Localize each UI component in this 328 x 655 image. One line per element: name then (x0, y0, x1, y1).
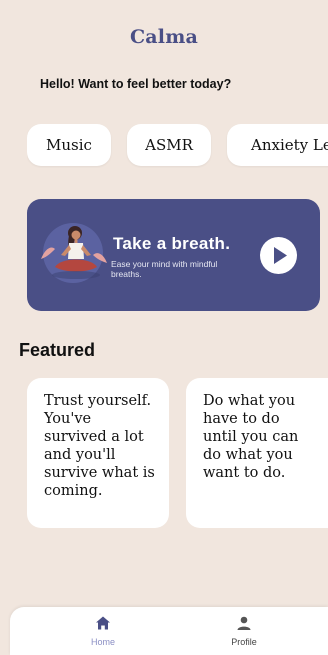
category-chips: Music ASMR Anxiety Lev (27, 124, 328, 168)
breathing-banner[interactable]: Take a breath. Ease your mind with mindf… (27, 199, 320, 311)
featured-heading: Featured (19, 340, 96, 360)
category-chip-asmr[interactable]: ASMR (127, 124, 211, 166)
meditation-illustration (41, 223, 107, 283)
play-icon (274, 247, 287, 264)
app-title: Calma (129, 26, 199, 48)
quote-card[interactable]: Do what you have to do until you can do … (186, 378, 328, 528)
nav-label-profile: Profile (231, 637, 257, 647)
category-chip-anxiety-level[interactable]: Anxiety Lev (227, 124, 328, 166)
nav-item-home[interactable]: Home (73, 615, 133, 647)
nav-label-home: Home (90, 637, 115, 647)
person-icon (237, 616, 251, 630)
category-chip-music[interactable]: Music (27, 124, 111, 166)
nav-item-profile[interactable]: Profile (214, 615, 274, 647)
banner-title: Take a breath. (113, 234, 231, 253)
quote-card[interactable]: Trust yourself. You've survived a lot an… (27, 378, 169, 528)
bottom-navigation: Home Profile (10, 607, 328, 655)
home-icon (96, 616, 110, 630)
play-button[interactable] (260, 237, 297, 274)
banner-subtitle: Ease your mind with mindful breaths. (111, 259, 218, 279)
greeting-text: Hello! Want to feel better today? (40, 77, 232, 91)
